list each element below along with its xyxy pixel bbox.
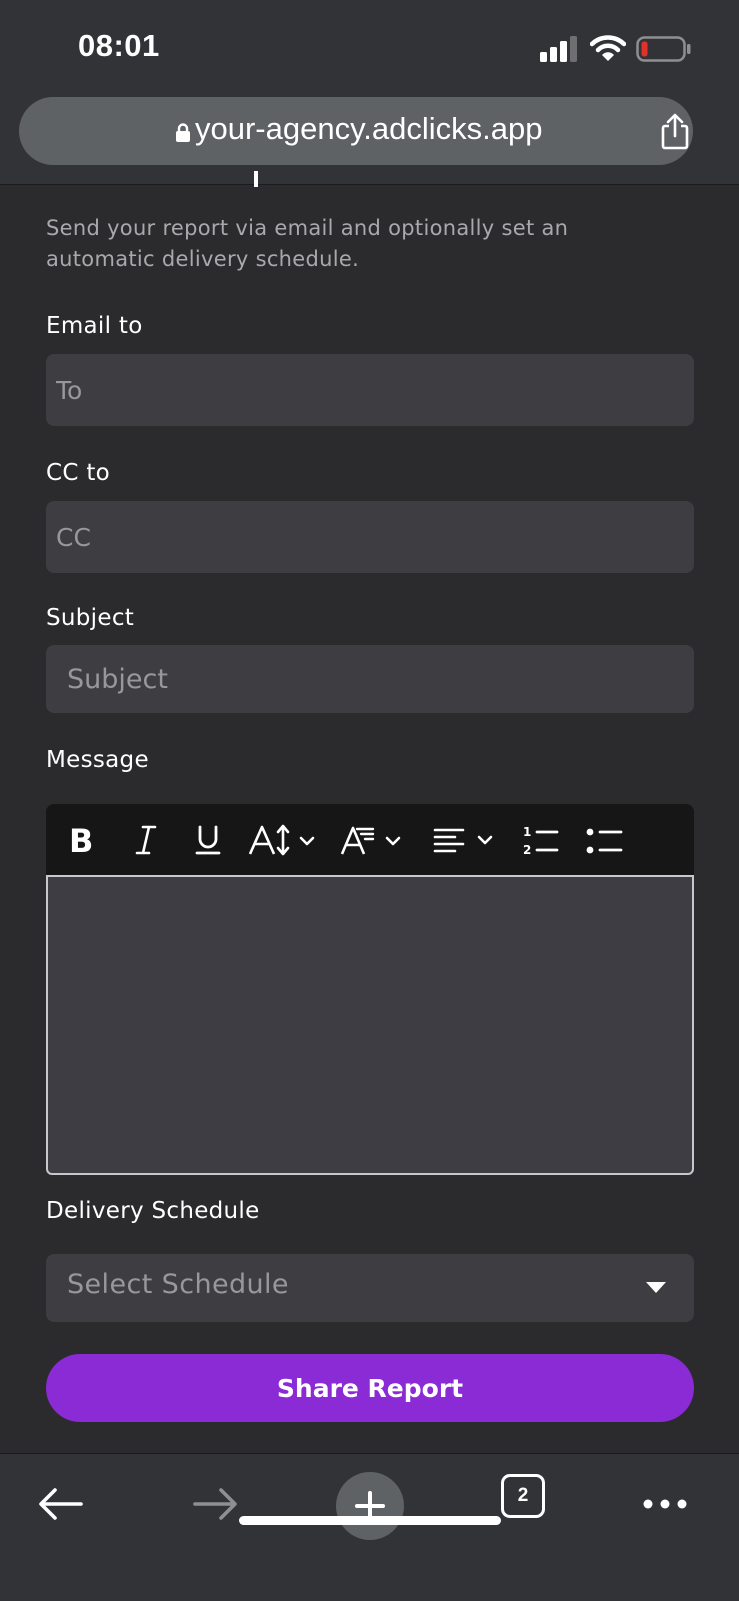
cc-to-field — [46, 501, 694, 573]
browser-toolbar: your-agency.adclicks.app — [0, 90, 739, 185]
ordered-list-icon: 1 2 — [523, 825, 559, 857]
email-to-field — [46, 354, 694, 426]
svg-text:2: 2 — [523, 843, 531, 857]
arrow-right-icon — [193, 1488, 237, 1520]
editor-toolbar: B 1 2 — [46, 804, 694, 876]
font-size-icon — [248, 824, 315, 856]
share-icon[interactable] — [659, 113, 691, 151]
new-tab-button[interactable] — [336, 1472, 404, 1540]
underline-button[interactable] — [186, 804, 230, 876]
align-icon — [433, 828, 493, 853]
align-dropdown[interactable] — [432, 804, 502, 876]
browser-bottom-bar: 2 — [0, 1453, 739, 1601]
ordered-list-button[interactable]: 1 2 — [518, 804, 562, 876]
italic-button[interactable] — [124, 804, 168, 876]
tabs-button[interactable]: 2 — [501, 1474, 545, 1518]
svg-text:1: 1 — [523, 825, 531, 839]
cellular-signal-icon — [540, 36, 577, 62]
cc-input[interactable] — [46, 501, 694, 573]
clipped-heading — [254, 171, 258, 187]
status-time: 08:01 — [78, 28, 160, 63]
select-placeholder: Select Schedule — [67, 1269, 289, 1300]
bold-icon: B — [69, 824, 93, 856]
bullet-list-icon — [586, 828, 623, 854]
email-to-input[interactable] — [46, 354, 694, 426]
subject-field — [46, 645, 694, 713]
back-button[interactable] — [36, 1472, 86, 1536]
battery-icon — [636, 36, 691, 62]
underline-icon — [195, 825, 221, 855]
delivery-schedule-label: Delivery Schedule — [46, 1198, 260, 1224]
message-editor[interactable] — [46, 875, 694, 1175]
subject-input[interactable] — [46, 645, 694, 713]
bold-button[interactable]: B — [60, 804, 104, 876]
share-report-button[interactable]: Share Report — [46, 1354, 694, 1422]
lock-icon — [176, 123, 190, 142]
url-text: your-agency.adclicks.app — [195, 111, 543, 146]
subject-label: Subject — [46, 605, 135, 631]
caret-down-icon — [646, 1282, 666, 1293]
italic-icon — [135, 825, 157, 855]
message-label: Message — [46, 747, 149, 773]
font-style-icon — [340, 826, 401, 855]
font-style-dropdown[interactable] — [338, 804, 412, 876]
bullet-list-button[interactable] — [582, 804, 626, 876]
wifi-icon — [590, 35, 626, 61]
home-indicator — [239, 1516, 501, 1525]
arrow-left-icon — [39, 1488, 83, 1520]
cc-to-label: CC to — [46, 460, 111, 486]
share-report-form: Send your report via email and optionall… — [0, 171, 739, 1453]
font-size-dropdown[interactable] — [246, 804, 326, 876]
form-description: Send your report via email and optionall… — [46, 216, 569, 271]
delivery-schedule-select[interactable]: Select Schedule — [46, 1254, 694, 1322]
forward-button[interactable] — [190, 1472, 240, 1536]
address-bar[interactable]: your-agency.adclicks.app — [19, 97, 693, 165]
more-dots-icon — [643, 1499, 687, 1509]
svg-text:B: B — [69, 824, 93, 856]
email-to-label: Email to — [46, 313, 143, 339]
status-bar: 08:01 — [0, 0, 739, 90]
more-button[interactable] — [640, 1472, 690, 1536]
